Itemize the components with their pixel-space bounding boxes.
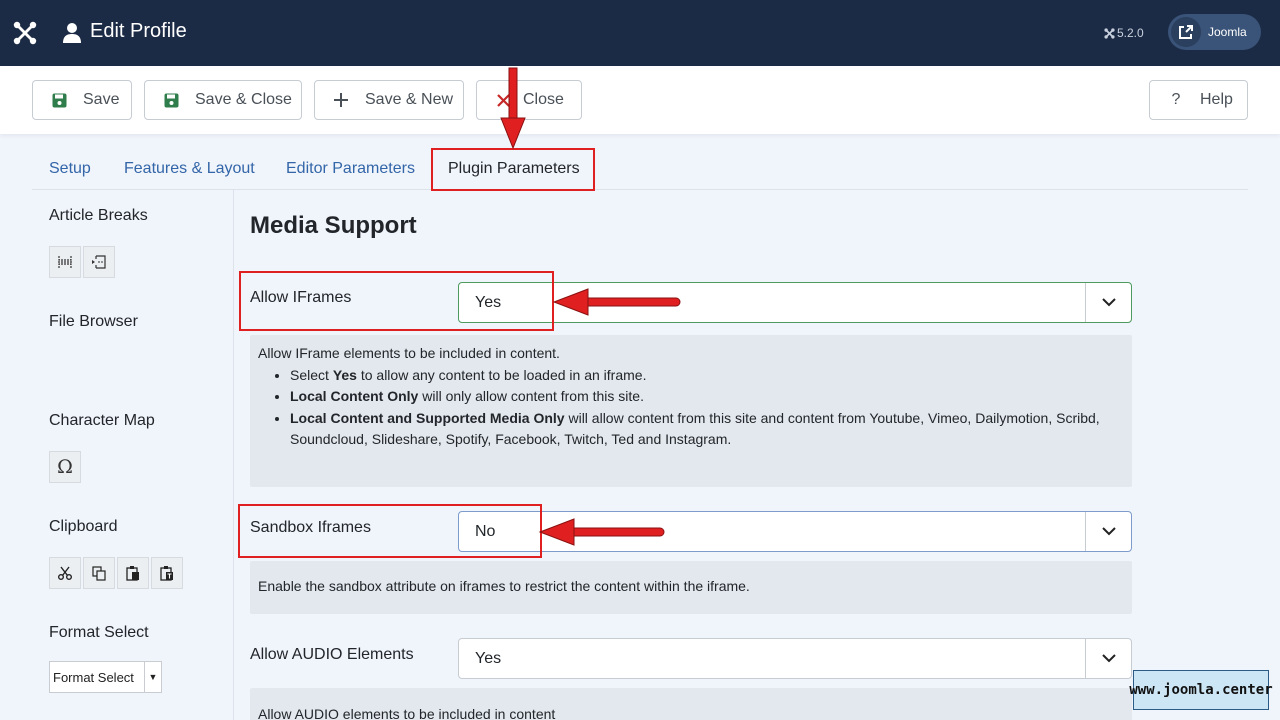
joomla-logo-icon[interactable] [12, 20, 38, 46]
character-map-button[interactable]: Ω [49, 451, 81, 483]
read-more-button[interactable] [83, 246, 115, 278]
copy-icon [92, 566, 106, 581]
watermark: www.joomla.center [1129, 670, 1273, 710]
item-text: Select [290, 366, 333, 383]
allow-audio-select[interactable]: Yes [458, 638, 1132, 679]
help-button[interactable]: ? Help [1149, 80, 1248, 120]
tab-features-layout[interactable]: Features & Layout [124, 160, 255, 178]
allow-audio-label: Allow AUDIO Elements [250, 646, 414, 663]
help-icon: ? [1171, 91, 1181, 108]
copy-button[interactable] [83, 557, 115, 589]
chevron-down-icon [1085, 639, 1131, 678]
page-break-icon [58, 256, 72, 268]
save-icon [51, 92, 67, 108]
item-bold: Local Content Only [290, 388, 419, 404]
close-button[interactable]: Close [476, 80, 582, 120]
external-link-icon [1171, 17, 1201, 47]
tab-editor-parameters[interactable]: Editor Parameters [286, 160, 415, 178]
chevron-down-icon [1085, 512, 1131, 551]
help-label: Help [1200, 91, 1233, 108]
save-close-button[interactable]: Save & Close [144, 80, 302, 120]
user-icon [63, 23, 81, 43]
profile-tabs: Setup Features & Layout Editor Parameter… [32, 148, 1248, 190]
paste-icon [126, 566, 139, 581]
section-title: Media Support [250, 212, 417, 239]
joomla-small-icon [1104, 28, 1115, 39]
format-select-dropdown[interactable]: Format Select ▼ [49, 661, 162, 693]
format-select-value: Format Select [53, 670, 134, 685]
item-bold: Local Content and Supported Media Only [290, 409, 565, 426]
file-browser-label: File Browser [49, 313, 138, 330]
option-list: Select Yes to allow any content to be lo… [290, 365, 1124, 451]
view-site-label: Joomla [1208, 25, 1247, 39]
plugin-sidebar: Article Breaks File Browser Character Ma… [32, 190, 234, 720]
page-title: Edit Profile [90, 20, 187, 42]
list-item: Local Content and Supported Media Only w… [290, 408, 1124, 451]
app-header: Edit Profile 5.2.0 Joomla [0, 0, 1280, 66]
format-select-label: Format Select [49, 624, 149, 641]
tab-setup[interactable]: Setup [49, 160, 91, 178]
item-text: to allow any content to be loaded in an … [356, 366, 647, 383]
description-text: Allow IFrame elements to be included in … [258, 345, 560, 361]
read-more-icon [92, 255, 106, 269]
paste-text-icon [160, 566, 173, 581]
item-bold: Yes [332, 366, 357, 383]
cut-button[interactable] [49, 557, 81, 589]
caret-down-icon: ▼ [144, 662, 161, 692]
highlight-sandbox-iframes [238, 504, 542, 558]
left-arrow-annotation [552, 288, 681, 316]
omega-icon: Ω [57, 456, 73, 478]
allow-iframes-description: Allow IFrame elements to be included in … [250, 335, 1132, 487]
view-site-button[interactable]: Joomla [1168, 14, 1261, 50]
plus-icon [333, 92, 349, 108]
save-close-label: Save & Close [195, 91, 292, 108]
version-info: 5.2.0 [1104, 26, 1144, 40]
save-new-button[interactable]: Save & New [314, 80, 464, 120]
article-breaks-label: Article Breaks [49, 207, 148, 224]
save-label: Save [83, 91, 120, 108]
allow-audio-description: Allow AUDIO elements to be included in c… [250, 688, 1132, 720]
page-break-button[interactable] [49, 246, 81, 278]
save-button[interactable]: Save [32, 80, 132, 120]
toolbar: Save Save & Close Save & New Close ? Hel… [0, 66, 1280, 134]
version-text: 5.2.0 [1117, 26, 1144, 40]
list-item: Local Content Only will only allow conte… [290, 386, 1124, 408]
clipboard-label: Clipboard [49, 518, 118, 535]
paste-button[interactable] [117, 557, 149, 589]
item-text: will only allow content from this site. [418, 388, 644, 404]
chevron-down-icon [1085, 283, 1131, 322]
paste-text-button[interactable] [151, 557, 183, 589]
close-label: Close [523, 91, 564, 108]
list-item: Select Yes to allow any content to be lo… [290, 365, 1124, 387]
character-map-label: Character Map [49, 412, 155, 429]
save-icon [163, 92, 179, 108]
highlight-allow-iframes [239, 271, 554, 331]
highlight-plugin-tab [431, 148, 595, 191]
left-arrow-annotation [538, 518, 665, 546]
save-new-label: Save & New [365, 91, 454, 108]
scissors-icon [58, 566, 72, 580]
down-arrow-annotation [500, 67, 526, 150]
sandbox-iframes-description: Enable the sandbox attribute on iframes … [250, 561, 1132, 614]
allow-audio-value: Yes [475, 650, 502, 667]
